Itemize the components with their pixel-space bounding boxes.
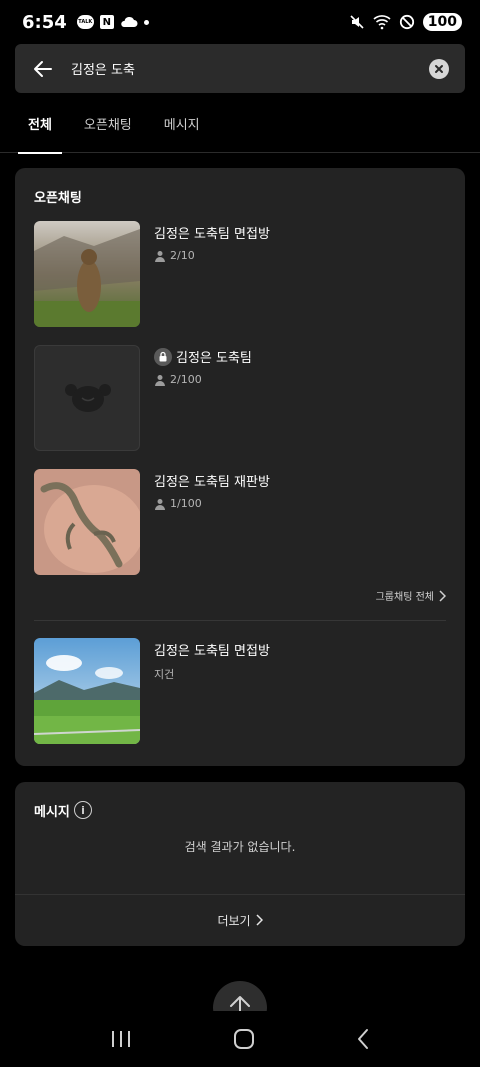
room-member-count: 2/100	[154, 373, 202, 386]
tab-bar: 전체 오픈채팅 메시지	[0, 93, 480, 154]
group-chat-all-link[interactable]: 그룹채팅 전체	[376, 588, 446, 603]
search-input[interactable]: 김정은 도축	[71, 59, 429, 78]
close-icon	[435, 64, 443, 73]
room-member-count: 1/100	[154, 497, 202, 510]
room-member-count: 2/10	[154, 249, 195, 262]
kakaotalk-notification-icon: TALK	[76, 15, 94, 29]
chevron-right-icon	[439, 589, 446, 602]
room-thumbnail-lizard	[34, 469, 140, 575]
section-title: 오픈채팅	[34, 191, 82, 206]
open-chat-section: 오픈채팅 김정은 도축팀 면접방 2/10 김정은 도축팀 2/100 김정은 …	[15, 168, 465, 766]
default-profile-icon	[65, 384, 111, 412]
person-icon	[155, 250, 165, 262]
room-name-row: 김정은 도축팀	[154, 347, 252, 366]
search-bar: 김정은 도축	[15, 44, 465, 93]
recent-apps-icon[interactable]	[110, 1029, 132, 1049]
person-icon	[155, 498, 165, 510]
back-icon[interactable]	[356, 1028, 370, 1050]
see-more-button[interactable]: 더보기	[15, 894, 465, 946]
info-icon[interactable]: i	[74, 801, 92, 819]
room-subtext: 지건	[154, 668, 175, 681]
status-time: 6:54	[22, 11, 67, 33]
chevron-right-icon	[256, 914, 263, 926]
messages-section: 메시지 i 검색 결과가 없습니다. 더보기	[15, 782, 465, 946]
wifi-icon	[373, 15, 391, 30]
room-name: 김정은 도축팀 면접방	[154, 644, 270, 659]
section-title: 메시지	[34, 805, 70, 820]
open-chat-room[interactable]: 김정은 도축팀 2/100	[34, 345, 446, 451]
room-thumbnail-landscape	[34, 638, 140, 744]
see-more-label: 더보기	[217, 913, 251, 928]
mute-icon	[350, 15, 364, 29]
group-chat-all-label: 그룹채팅 전체	[375, 592, 434, 603]
cloud-icon	[121, 16, 138, 27]
tab-all[interactable]: 전체	[18, 93, 62, 154]
room-thumbnail-marmot	[34, 221, 140, 327]
more-notifications-dot	[143, 19, 149, 25]
room-name: 김정은 도축팀	[176, 351, 252, 366]
clear-search-button[interactable]	[429, 58, 449, 79]
member-count-text: 1/100	[170, 497, 202, 510]
naver-notification-icon: N	[99, 15, 114, 29]
open-chat-room[interactable]: 김정은 도축팀 면접방 지건	[34, 638, 446, 744]
back-arrow-icon[interactable]	[31, 57, 55, 81]
room-name: 김정은 도축팀 면접방	[154, 227, 270, 242]
person-icon	[155, 374, 165, 386]
lock-icon	[154, 347, 172, 366]
home-icon[interactable]	[233, 1028, 255, 1050]
system-navigation-bar	[0, 1011, 480, 1067]
room-name: 김정은 도축팀 재판방	[154, 475, 270, 490]
member-count-text: 2/10	[170, 249, 195, 262]
open-chat-room[interactable]: 김정은 도축팀 재판방 1/100	[34, 469, 446, 575]
tab-messages[interactable]: 메시지	[154, 93, 210, 153]
open-chat-room[interactable]: 김정은 도축팀 면접방 2/10	[34, 221, 446, 327]
empty-result-text: 검색 결과가 없습니다.	[184, 840, 296, 854]
divider	[34, 620, 446, 621]
room-thumbnail-default	[34, 345, 140, 451]
status-bar: 6:54 TALK N 100	[0, 0, 480, 44]
tab-open-chat[interactable]: 오픈채팅	[74, 93, 142, 153]
do-not-disturb-icon	[399, 14, 414, 30]
battery-indicator: 100	[422, 13, 462, 31]
member-count-text: 2/100	[170, 373, 202, 386]
